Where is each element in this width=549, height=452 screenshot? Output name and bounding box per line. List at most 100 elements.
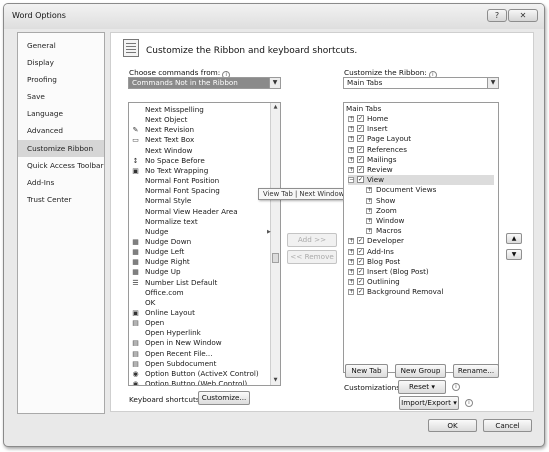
sidebar-item-quick-access-toolbar[interactable]: Quick Access Toolbar <box>18 157 104 174</box>
tab-checkbox[interactable]: ✓ <box>357 278 364 286</box>
list-item[interactable]: ◉ Option Button (Web Control) <box>131 379 269 385</box>
expand-icon[interactable]: + <box>348 279 354 286</box>
sidebar-item-save[interactable]: Save <box>18 88 104 105</box>
expand-icon[interactable]: + <box>366 207 372 214</box>
tab-checkbox[interactable]: ✓ <box>357 237 364 245</box>
expand-icon[interactable]: + <box>348 167 354 173</box>
tree-item[interactable]: + ✓ Blog Post <box>348 257 494 267</box>
tree-item[interactable]: + Show <box>366 196 494 206</box>
tree-item[interactable]: − ✓ View <box>348 175 494 186</box>
tree-item[interactable]: + ✓ Outlining <box>348 277 494 287</box>
tree-item[interactable]: + ✓ Background Removal <box>348 287 494 297</box>
expand-icon[interactable]: + <box>366 228 372 235</box>
tab-checkbox[interactable]: ✓ <box>357 125 364 133</box>
commands-scrollbar[interactable]: ▲ ▼ <box>270 103 280 385</box>
list-item[interactable]: Next Window <box>131 146 269 156</box>
list-item[interactable]: Normal View Header Area <box>131 207 269 217</box>
list-item[interactable]: ▤ Open Subdocument <box>131 359 269 369</box>
customize-ribbon-dropdown[interactable]: Main Tabs ▼ <box>343 77 499 89</box>
tab-checkbox[interactable]: ✓ <box>357 268 364 275</box>
collapse-icon[interactable]: − <box>348 177 354 184</box>
commands-list[interactable]: ▲ ▼ Next Misspelling Next Object ✎ Next Rev… <box>128 102 281 386</box>
list-item[interactable]: ▦ Nudge Right <box>131 257 269 267</box>
expand-icon[interactable]: + <box>348 136 354 143</box>
list-item[interactable]: Next Misspelling <box>131 105 269 115</box>
move-up-button[interactable]: ▲ <box>506 233 522 244</box>
rename-button[interactable]: Rename... <box>453 364 499 378</box>
reset-button[interactable]: Reset ▾ <box>398 380 446 394</box>
tree-item[interactable]: + Document Views <box>366 185 494 195</box>
expand-icon[interactable]: + <box>348 126 354 133</box>
expand-icon[interactable]: + <box>348 116 354 122</box>
expand-icon[interactable]: + <box>348 289 354 296</box>
tree-item[interactable]: + ✓ Mailings <box>348 155 494 165</box>
sidebar-item-advanced[interactable]: Advanced <box>18 122 104 139</box>
new-tab-button[interactable]: New Tab <box>345 364 388 378</box>
help-button[interactable]: ? <box>487 9 507 22</box>
tab-checkbox[interactable]: ✓ <box>357 166 364 173</box>
sidebar-item-proofing[interactable]: Proofing <box>18 71 104 88</box>
tab-checkbox[interactable]: ✓ <box>357 247 364 255</box>
list-item[interactable]: ✎ Next Revision <box>131 125 269 135</box>
expand-icon[interactable]: + <box>366 187 372 194</box>
list-item[interactable]: ▭ Next Text Box <box>131 135 269 145</box>
tree-item[interactable]: + ✓ Developer <box>348 236 494 246</box>
expand-icon[interactable]: + <box>348 258 354 265</box>
remove-button[interactable]: << Remove <box>287 250 337 264</box>
tree-item[interactable]: + ✓ Add-Ins <box>348 247 494 257</box>
list-item[interactable]: Normal Font Spacing <box>131 186 269 196</box>
tree-item[interactable]: + Window <box>366 216 494 226</box>
tab-checkbox[interactable]: ✓ <box>357 155 364 163</box>
list-item[interactable]: ▣ No Text Wrapping <box>131 166 269 176</box>
scroll-up-icon[interactable]: ▲ <box>271 103 280 112</box>
list-item[interactable]: Nudge ▶ <box>131 227 271 237</box>
list-item[interactable]: OK <box>131 298 269 308</box>
tree-item[interactable]: + ✓ Page Layout <box>348 134 494 144</box>
ok-button[interactable]: OK <box>428 419 477 432</box>
list-item[interactable]: ▦ Nudge Up <box>131 267 269 277</box>
list-item[interactable]: Open Hyperlink <box>131 328 269 338</box>
list-item[interactable]: ▤ Open Recent File... <box>131 349 269 359</box>
expand-icon[interactable]: + <box>348 248 354 255</box>
sidebar-item-trust-center[interactable]: Trust Center <box>18 191 104 208</box>
scroll-down-icon[interactable]: ▼ <box>271 376 280 385</box>
scroll-thumb[interactable] <box>272 253 279 263</box>
tab-checkbox[interactable]: ✓ <box>357 135 364 143</box>
ribbon-tabs-tree[interactable]: Main Tabs + ✓ Home + ✓ Insert + ✓ Page Layout + ✓ R… <box>343 102 499 373</box>
expand-icon[interactable]: + <box>348 146 354 153</box>
close-button[interactable]: ✕ <box>508 9 538 22</box>
tree-item[interactable]: + ✓ Home <box>348 114 494 124</box>
list-item[interactable]: Normalize text <box>131 217 269 227</box>
tree-item[interactable]: + Zoom <box>366 206 494 216</box>
sidebar-item-language[interactable]: Language <box>18 105 104 122</box>
tree-item[interactable]: + ✓ References <box>348 145 494 155</box>
expand-icon[interactable]: + <box>348 238 354 245</box>
list-item[interactable]: Next Object <box>131 115 269 125</box>
sidebar-item-general[interactable]: General <box>18 37 104 54</box>
list-item[interactable]: Office.com <box>131 288 269 298</box>
list-item[interactable]: ▣ Online Layout <box>131 308 269 318</box>
sidebar-item-display[interactable]: Display <box>18 54 104 71</box>
tree-item[interactable]: + ✓ Insert (Blog Post) <box>348 267 494 277</box>
sidebar-item-add-ins[interactable]: Add-Ins <box>18 174 104 191</box>
tab-checkbox[interactable]: ✓ <box>357 115 364 122</box>
list-item[interactable]: Normal Style <box>131 196 269 206</box>
tree-item[interactable]: + ✓ Insert <box>348 124 494 134</box>
list-item[interactable]: Normal Font Position <box>131 176 269 186</box>
expand-icon[interactable]: + <box>366 218 372 224</box>
list-item[interactable]: ☰ Number List Default <box>131 278 269 288</box>
expand-icon[interactable]: + <box>366 197 372 204</box>
tab-checkbox[interactable]: ✓ <box>357 288 364 296</box>
list-item[interactable]: ↕ No Space Before <box>131 156 269 166</box>
tab-checkbox[interactable]: ✓ <box>357 176 364 184</box>
tab-checkbox[interactable]: ✓ <box>357 145 364 153</box>
tree-item[interactable]: + Macros <box>366 226 494 236</box>
sidebar-item-customize-ribbon[interactable]: Customize Ribbon <box>18 139 104 157</box>
import-export-button[interactable]: Import/Export ▾ <box>399 396 459 410</box>
expand-icon[interactable]: + <box>348 269 354 275</box>
list-item[interactable]: ◉ Option Button (ActiveX Control) <box>131 369 269 379</box>
new-group-button[interactable]: New Group <box>395 364 446 378</box>
list-item[interactable]: ▦ Nudge Left <box>131 247 269 257</box>
expand-icon[interactable]: + <box>348 156 354 163</box>
cancel-button[interactable]: Cancel <box>483 419 532 432</box>
